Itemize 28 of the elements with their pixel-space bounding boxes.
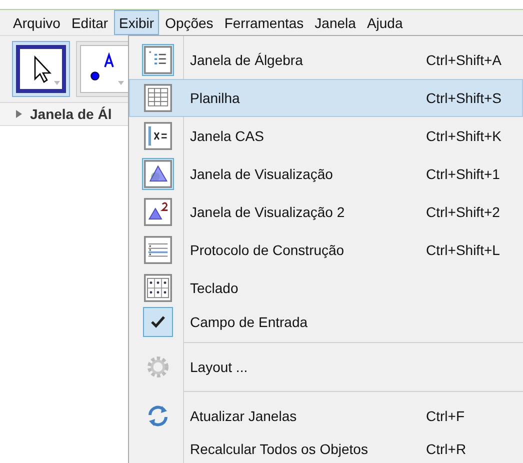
- menu-item[interactable]: Exibir: [114, 10, 160, 35]
- menu-item[interactable]: Editar: [66, 10, 114, 35]
- menu-item[interactable]: Janela de Visualização Ctrl+Shift+1: [129, 155, 523, 193]
- panel-title: Janela de Ál: [30, 106, 112, 122]
- menu-item[interactable]: Opções: [160, 10, 218, 35]
- menu-item[interactable]: Arquivo: [8, 10, 66, 35]
- expand-arrow-icon[interactable]: [16, 110, 22, 118]
- menu-item[interactable]: Recalcular Todos os Objetos Ctrl+R: [129, 435, 523, 463]
- menu-item[interactable]: Janela: [310, 10, 361, 35]
- menu-item[interactable]: Teclado: [129, 269, 523, 307]
- menu-item[interactable]: Campo de Entrada: [129, 307, 523, 337]
- menu-item[interactable]: Janela de Álgebra Ctrl+Shift+A: [129, 41, 523, 79]
- menu-item[interactable]: Protocolo de Construção Ctrl+Shift+L: [129, 231, 523, 269]
- menu-item[interactable]: Atualizar Janelas Ctrl+F: [129, 397, 523, 435]
- menu-item[interactable]: Janela CAS Ctrl+Shift+K: [129, 117, 523, 155]
- menu-item[interactable]: Layout ...: [129, 348, 523, 386]
- equation-icon: [142, 120, 174, 152]
- list-icon: [142, 44, 174, 76]
- triangle-circle-icon: [142, 158, 174, 190]
- triangle-squared-icon: [142, 196, 174, 228]
- spreadsheet-icon: [142, 82, 174, 114]
- pointer-tool-button[interactable]: [12, 41, 70, 97]
- menu-item[interactable]: Ajuda: [362, 10, 408, 35]
- lines-icon: [142, 234, 174, 266]
- menu-item[interactable]: Ferramentas: [219, 10, 309, 35]
- menu-item[interactable]: Janela de Visualização 2 Ctrl+Shift+2: [129, 193, 523, 231]
- keyboard-icon: [142, 272, 174, 304]
- menu-item[interactable]: Planilha Ctrl+Shift+S: [129, 79, 523, 117]
